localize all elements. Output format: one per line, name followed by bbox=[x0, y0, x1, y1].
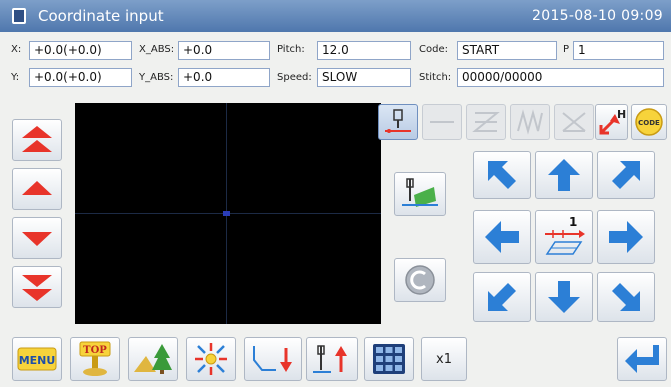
arrow-down-right-icon bbox=[612, 283, 640, 311]
needle-down-icon bbox=[253, 346, 292, 372]
line-button[interactable] bbox=[422, 104, 462, 140]
arrow-left-icon bbox=[485, 221, 519, 253]
p-label: P bbox=[563, 44, 570, 55]
cross-button[interactable] bbox=[554, 104, 594, 140]
arrow-up-icon bbox=[548, 159, 580, 191]
cross-disabled-icon bbox=[562, 112, 586, 132]
scenery-icon bbox=[134, 344, 172, 374]
copyright-icon bbox=[405, 265, 435, 295]
arrow-up-right-icon bbox=[612, 161, 640, 189]
x-abs-label: X_ABS: bbox=[139, 44, 175, 55]
menu-icon: MENU bbox=[17, 347, 57, 371]
zigzag-disabled-icon bbox=[472, 112, 500, 132]
fastest-down-button[interactable] bbox=[12, 266, 62, 308]
x-field[interactable]: +0.0(+0.0) bbox=[29, 41, 132, 60]
line-icon bbox=[430, 121, 454, 123]
arrow-down-icon bbox=[548, 281, 580, 313]
arrow-right-icon bbox=[609, 221, 643, 253]
title-bar: Coordinate input 2015-08-10 09:09 bbox=[0, 0, 671, 32]
code-button[interactable]: CODE bbox=[631, 104, 667, 140]
arrow-up-left-icon bbox=[488, 161, 516, 189]
multiplier-button[interactable]: x1 bbox=[421, 337, 467, 381]
double-zigzag-button[interactable] bbox=[510, 104, 550, 140]
move-up-button[interactable] bbox=[535, 151, 593, 199]
copyright-button[interactable] bbox=[394, 258, 446, 302]
stitch-label: Stitch: bbox=[419, 72, 452, 83]
needle-feed-icon bbox=[402, 178, 438, 207]
x-abs-field[interactable]: +0.0 bbox=[178, 41, 270, 60]
pitch-label: Pitch: bbox=[277, 44, 305, 55]
move-up-left-button[interactable] bbox=[473, 151, 531, 199]
p-field[interactable]: 1 bbox=[573, 41, 664, 60]
code-field[interactable]: START bbox=[457, 41, 557, 60]
y-field[interactable]: +0.0(+0.0) bbox=[29, 68, 132, 87]
window-title: Coordinate input bbox=[38, 7, 164, 25]
down-icon bbox=[22, 232, 52, 246]
zoom-fit-icon bbox=[195, 343, 227, 375]
needle-feed-button[interactable] bbox=[394, 172, 446, 216]
move-right-button[interactable] bbox=[597, 210, 655, 264]
double-zigzag-disabled-icon bbox=[517, 109, 543, 135]
down-button[interactable] bbox=[12, 217, 62, 259]
pitch-field[interactable]: 12.0 bbox=[317, 41, 411, 60]
move-down-button[interactable] bbox=[535, 272, 593, 322]
needle-up-icon bbox=[313, 345, 347, 373]
code-label: Code: bbox=[419, 44, 448, 55]
stitch-field[interactable]: 00000/00000 bbox=[457, 68, 664, 87]
y-abs-label: Y_ABS: bbox=[139, 72, 174, 83]
home-letter: H bbox=[617, 108, 626, 121]
up-button[interactable] bbox=[12, 168, 62, 210]
fastest-up-icon bbox=[22, 126, 52, 152]
move-down-left-button[interactable] bbox=[473, 272, 531, 322]
step-count: 1 bbox=[569, 215, 577, 229]
home-position-icon: H bbox=[599, 108, 626, 135]
window-icon bbox=[12, 8, 26, 24]
menu-button[interactable]: MENU bbox=[12, 337, 62, 381]
multiplier-label: x1 bbox=[436, 351, 452, 367]
fastest-up-button[interactable] bbox=[12, 119, 62, 161]
needle-up-button[interactable] bbox=[306, 337, 358, 381]
needle-point-icon bbox=[385, 109, 411, 133]
numeric-keypad-icon bbox=[373, 344, 405, 374]
zoom-fit-button[interactable] bbox=[186, 337, 236, 381]
fastest-down-icon bbox=[22, 275, 52, 301]
code-label-text: CODE bbox=[638, 119, 660, 127]
y-label: Y: bbox=[11, 72, 20, 83]
move-down-right-button[interactable] bbox=[597, 272, 655, 322]
top-label: TOP bbox=[83, 345, 107, 356]
datetime: 2015-08-10 09:09 bbox=[532, 8, 663, 24]
x-label: X: bbox=[11, 44, 22, 55]
pattern-viewport[interactable] bbox=[75, 103, 381, 324]
position-cursor bbox=[223, 211, 230, 216]
y-abs-field[interactable]: +0.0 bbox=[178, 68, 270, 87]
enter-button[interactable] bbox=[617, 337, 667, 381]
top-button[interactable]: TOP bbox=[70, 337, 120, 381]
home-position-button[interactable]: H bbox=[595, 104, 628, 140]
scenery-button[interactable] bbox=[128, 337, 178, 381]
move-left-button[interactable] bbox=[473, 210, 531, 264]
step-feed-icon: 1 bbox=[545, 215, 585, 255]
top-icon: TOP bbox=[79, 341, 111, 376]
menu-label: MENU bbox=[19, 354, 56, 367]
step-center-button[interactable]: 1 bbox=[535, 210, 593, 264]
zigzag-button[interactable] bbox=[466, 104, 506, 140]
enter-icon bbox=[625, 345, 659, 373]
up-icon bbox=[22, 181, 52, 195]
numeric-keypad-button[interactable] bbox=[364, 337, 414, 381]
needle-down-button[interactable] bbox=[244, 337, 302, 381]
arrow-down-left-icon bbox=[488, 283, 516, 311]
code-icon: CODE bbox=[635, 108, 663, 136]
needle-point-button[interactable] bbox=[378, 104, 418, 140]
move-up-right-button[interactable] bbox=[597, 151, 655, 199]
speed-label: Speed: bbox=[277, 72, 312, 83]
speed-field[interactable]: SLOW bbox=[317, 68, 411, 87]
